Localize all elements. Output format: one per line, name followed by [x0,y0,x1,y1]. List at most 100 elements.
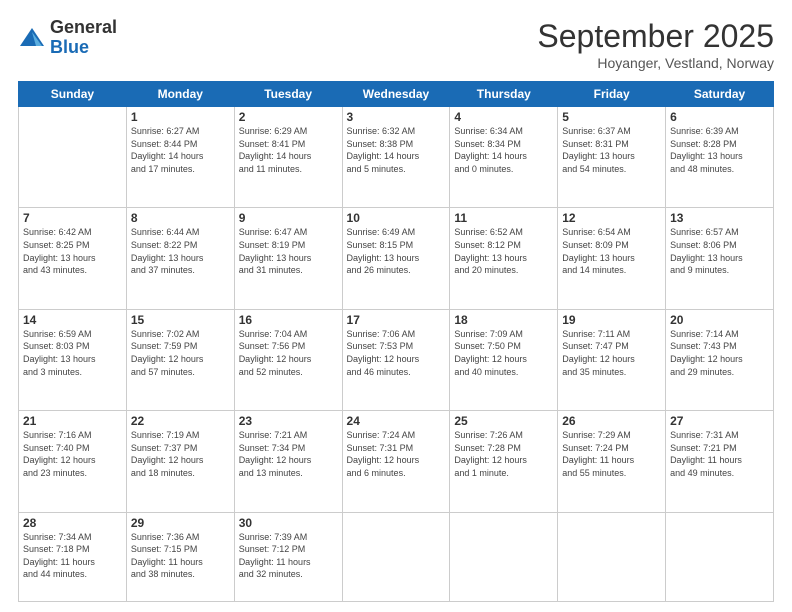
calendar-day-header: Wednesday [342,82,450,107]
day-info: Sunrise: 6:34 AM Sunset: 8:34 PM Dayligh… [454,125,553,175]
calendar-cell: 15Sunrise: 7:02 AM Sunset: 7:59 PM Dayli… [126,309,234,410]
day-info: Sunrise: 7:14 AM Sunset: 7:43 PM Dayligh… [670,328,769,378]
day-info: Sunrise: 7:26 AM Sunset: 7:28 PM Dayligh… [454,429,553,479]
page: General Blue September 2025 Hoyanger, Ve… [0,0,792,612]
day-info: Sunrise: 7:31 AM Sunset: 7:21 PM Dayligh… [670,429,769,479]
day-number: 10 [347,211,446,225]
calendar-cell: 24Sunrise: 7:24 AM Sunset: 7:31 PM Dayli… [342,411,450,512]
calendar-cell: 4Sunrise: 6:34 AM Sunset: 8:34 PM Daylig… [450,107,558,208]
calendar-cell: 9Sunrise: 6:47 AM Sunset: 8:19 PM Daylig… [234,208,342,309]
day-info: Sunrise: 6:29 AM Sunset: 8:41 PM Dayligh… [239,125,338,175]
logo-icon [18,24,46,52]
day-number: 16 [239,313,338,327]
day-number: 14 [23,313,122,327]
day-info: Sunrise: 6:52 AM Sunset: 8:12 PM Dayligh… [454,226,553,276]
day-info: Sunrise: 6:59 AM Sunset: 8:03 PM Dayligh… [23,328,122,378]
calendar-cell: 8Sunrise: 6:44 AM Sunset: 8:22 PM Daylig… [126,208,234,309]
day-number: 8 [131,211,230,225]
calendar-header-row: SundayMondayTuesdayWednesdayThursdayFrid… [19,82,774,107]
header: General Blue September 2025 Hoyanger, Ve… [18,18,774,71]
logo: General Blue [18,18,117,58]
title-block: September 2025 Hoyanger, Vestland, Norwa… [537,18,774,71]
calendar-day-header: Friday [558,82,666,107]
calendar-cell: 16Sunrise: 7:04 AM Sunset: 7:56 PM Dayli… [234,309,342,410]
calendar-cell [558,512,666,602]
day-number: 20 [670,313,769,327]
day-number: 26 [562,414,661,428]
calendar-day-header: Tuesday [234,82,342,107]
day-info: Sunrise: 7:06 AM Sunset: 7:53 PM Dayligh… [347,328,446,378]
day-info: Sunrise: 7:09 AM Sunset: 7:50 PM Dayligh… [454,328,553,378]
day-number: 21 [23,414,122,428]
calendar-cell: 22Sunrise: 7:19 AM Sunset: 7:37 PM Dayli… [126,411,234,512]
logo-general-text: General [50,18,117,38]
calendar-week-row: 21Sunrise: 7:16 AM Sunset: 7:40 PM Dayli… [19,411,774,512]
calendar-table: SundayMondayTuesdayWednesdayThursdayFrid… [18,81,774,602]
day-number: 28 [23,516,122,530]
calendar-day-header: Saturday [666,82,774,107]
calendar-cell: 3Sunrise: 6:32 AM Sunset: 8:38 PM Daylig… [342,107,450,208]
day-info: Sunrise: 7:29 AM Sunset: 7:24 PM Dayligh… [562,429,661,479]
calendar-day-header: Monday [126,82,234,107]
calendar-cell: 17Sunrise: 7:06 AM Sunset: 7:53 PM Dayli… [342,309,450,410]
day-number: 13 [670,211,769,225]
day-number: 7 [23,211,122,225]
calendar-cell: 2Sunrise: 6:29 AM Sunset: 8:41 PM Daylig… [234,107,342,208]
calendar-week-row: 14Sunrise: 6:59 AM Sunset: 8:03 PM Dayli… [19,309,774,410]
calendar-cell: 7Sunrise: 6:42 AM Sunset: 8:25 PM Daylig… [19,208,127,309]
day-info: Sunrise: 6:27 AM Sunset: 8:44 PM Dayligh… [131,125,230,175]
calendar-week-row: 1Sunrise: 6:27 AM Sunset: 8:44 PM Daylig… [19,107,774,208]
day-info: Sunrise: 6:42 AM Sunset: 8:25 PM Dayligh… [23,226,122,276]
day-number: 2 [239,110,338,124]
day-info: Sunrise: 7:04 AM Sunset: 7:56 PM Dayligh… [239,328,338,378]
calendar-cell [342,512,450,602]
day-info: Sunrise: 6:44 AM Sunset: 8:22 PM Dayligh… [131,226,230,276]
day-info: Sunrise: 6:39 AM Sunset: 8:28 PM Dayligh… [670,125,769,175]
day-number: 22 [131,414,230,428]
day-info: Sunrise: 6:47 AM Sunset: 8:19 PM Dayligh… [239,226,338,276]
day-info: Sunrise: 6:49 AM Sunset: 8:15 PM Dayligh… [347,226,446,276]
calendar-cell: 20Sunrise: 7:14 AM Sunset: 7:43 PM Dayli… [666,309,774,410]
day-number: 9 [239,211,338,225]
day-number: 1 [131,110,230,124]
calendar-cell: 29Sunrise: 7:36 AM Sunset: 7:15 PM Dayli… [126,512,234,602]
day-info: Sunrise: 7:39 AM Sunset: 7:12 PM Dayligh… [239,531,338,581]
day-number: 4 [454,110,553,124]
day-number: 5 [562,110,661,124]
day-number: 11 [454,211,553,225]
day-number: 23 [239,414,338,428]
day-number: 25 [454,414,553,428]
day-info: Sunrise: 7:36 AM Sunset: 7:15 PM Dayligh… [131,531,230,581]
day-info: Sunrise: 7:02 AM Sunset: 7:59 PM Dayligh… [131,328,230,378]
day-number: 6 [670,110,769,124]
calendar-day-header: Sunday [19,82,127,107]
calendar-cell: 21Sunrise: 7:16 AM Sunset: 7:40 PM Dayli… [19,411,127,512]
day-number: 27 [670,414,769,428]
calendar-cell [19,107,127,208]
day-info: Sunrise: 7:19 AM Sunset: 7:37 PM Dayligh… [131,429,230,479]
day-info: Sunrise: 6:37 AM Sunset: 8:31 PM Dayligh… [562,125,661,175]
day-info: Sunrise: 6:57 AM Sunset: 8:06 PM Dayligh… [670,226,769,276]
month-title: September 2025 [537,18,774,55]
calendar-cell: 6Sunrise: 6:39 AM Sunset: 8:28 PM Daylig… [666,107,774,208]
day-number: 24 [347,414,446,428]
calendar-cell: 11Sunrise: 6:52 AM Sunset: 8:12 PM Dayli… [450,208,558,309]
logo-text: General Blue [50,18,117,58]
day-number: 18 [454,313,553,327]
calendar-cell: 13Sunrise: 6:57 AM Sunset: 8:06 PM Dayli… [666,208,774,309]
calendar-cell [450,512,558,602]
calendar-week-row: 7Sunrise: 6:42 AM Sunset: 8:25 PM Daylig… [19,208,774,309]
calendar-cell: 12Sunrise: 6:54 AM Sunset: 8:09 PM Dayli… [558,208,666,309]
day-number: 3 [347,110,446,124]
calendar-cell: 28Sunrise: 7:34 AM Sunset: 7:18 PM Dayli… [19,512,127,602]
calendar-cell: 10Sunrise: 6:49 AM Sunset: 8:15 PM Dayli… [342,208,450,309]
day-number: 30 [239,516,338,530]
calendar-cell: 26Sunrise: 7:29 AM Sunset: 7:24 PM Dayli… [558,411,666,512]
calendar-cell: 19Sunrise: 7:11 AM Sunset: 7:47 PM Dayli… [558,309,666,410]
calendar-cell: 5Sunrise: 6:37 AM Sunset: 8:31 PM Daylig… [558,107,666,208]
day-number: 17 [347,313,446,327]
location-subtitle: Hoyanger, Vestland, Norway [537,55,774,71]
calendar-cell: 18Sunrise: 7:09 AM Sunset: 7:50 PM Dayli… [450,309,558,410]
day-info: Sunrise: 7:21 AM Sunset: 7:34 PM Dayligh… [239,429,338,479]
day-number: 15 [131,313,230,327]
